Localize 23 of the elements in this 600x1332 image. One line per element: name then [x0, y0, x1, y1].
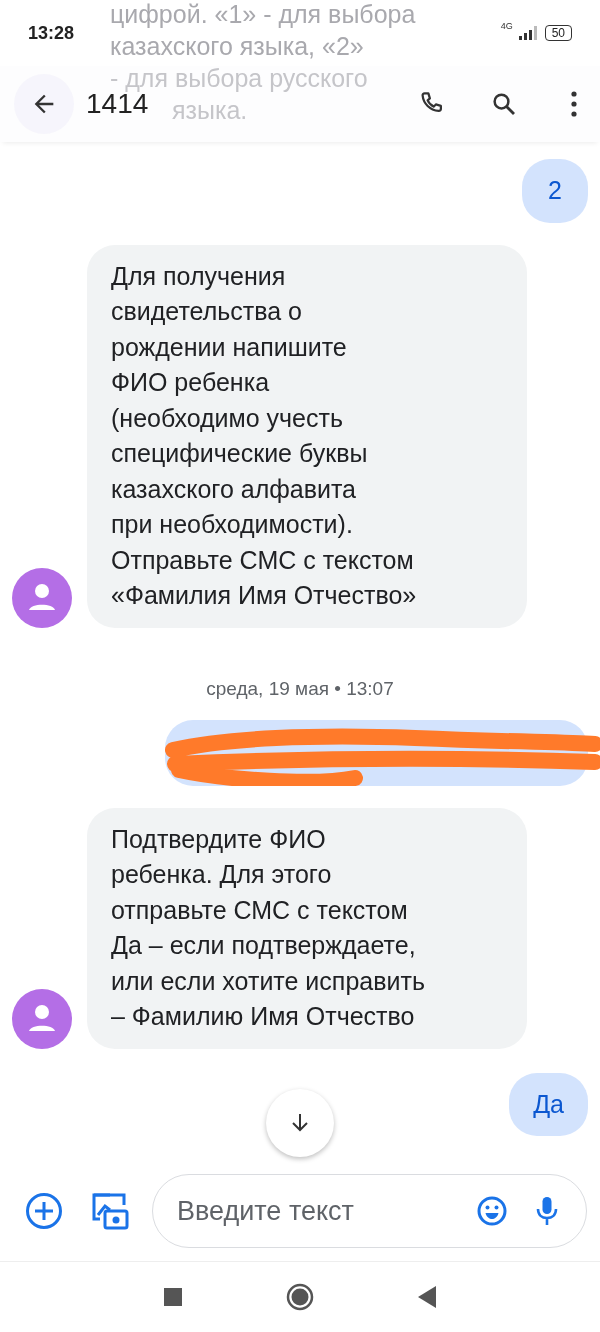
message-text: языка. — [172, 96, 248, 124]
message-text: - для выбора русского — [110, 64, 368, 92]
signal-icon — [518, 26, 539, 40]
message-bubble: Да — [509, 1072, 588, 1136]
message-text: казахского языка, «2» — [110, 32, 364, 60]
status-time: 13:28 — [28, 22, 75, 44]
message-text: цифрой. «1» - для выбора — [110, 0, 416, 28]
message-bubble: Подтвердите ФИО ребенка. Для этого отправьте СМС с текстом Да – если подтверждаете, или если хотите исправить – Фамилию Имя Отчество — [87, 807, 527, 1049]
emoji-icon[interactable] — [476, 1195, 508, 1227]
microphone-icon[interactable] — [534, 1195, 560, 1227]
message-bubble: 2 — [522, 159, 588, 223]
avatar-icon[interactable] — [12, 988, 72, 1049]
message-bubble: Для получения свидетельства о рождении напишите ФИО ребенка (необходимо учесть специфические буквы казахского алфавита при необходимости). Отправьте СМС с текстом «Фамилия Имя Отчество» — [87, 244, 527, 628]
add-icon[interactable] — [24, 1191, 64, 1231]
more-options-icon[interactable] — [569, 90, 579, 118]
network-type: 4G — [500, 21, 513, 31]
avatar-icon[interactable] — [12, 567, 72, 628]
home-button[interactable] — [286, 1283, 314, 1311]
battery-level: 50 — [544, 25, 572, 41]
text-input[interactable]: Введите текст — [175, 1194, 450, 1228]
gallery-icon[interactable] — [90, 1191, 130, 1231]
back-nav-button[interactable] — [418, 1286, 436, 1308]
date-divider: среда, 19 мая • 13:07 — [206, 677, 394, 700]
